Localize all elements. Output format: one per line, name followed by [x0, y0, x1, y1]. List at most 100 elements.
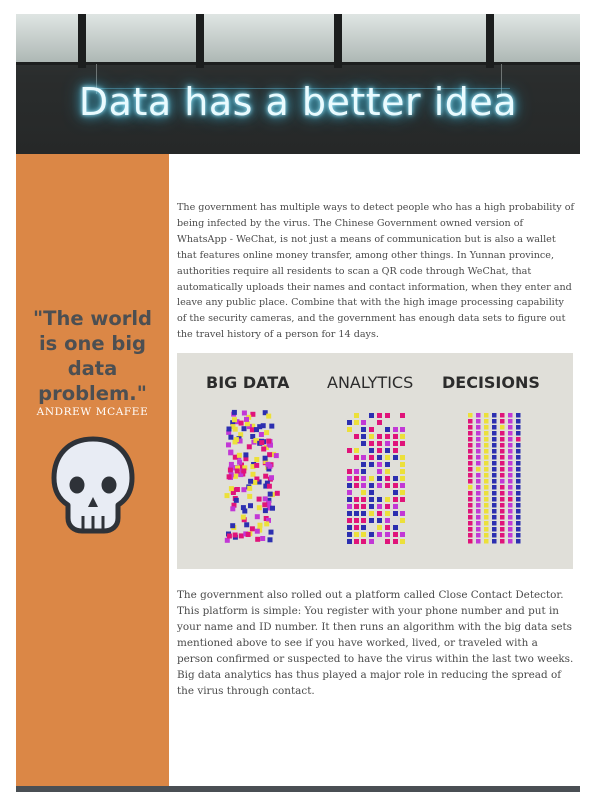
figure-square	[400, 427, 405, 432]
figure-square	[377, 434, 382, 439]
figure-square	[369, 511, 374, 516]
figure-square	[476, 479, 481, 484]
figure-square	[347, 497, 352, 502]
figure-square	[385, 476, 390, 481]
figure-square	[500, 461, 505, 466]
figure-square	[241, 487, 247, 493]
figure-square	[468, 521, 473, 526]
figure-square	[354, 448, 359, 453]
figure-square	[377, 420, 382, 425]
figure-square	[516, 425, 521, 430]
figure-square	[516, 461, 521, 466]
figure-square	[393, 504, 398, 509]
figure-square	[400, 469, 405, 474]
figure-square	[369, 448, 374, 453]
figure-square	[347, 490, 352, 495]
figure-square	[354, 469, 359, 474]
figure-square	[508, 503, 513, 508]
figure-square	[361, 427, 366, 432]
figure-square	[245, 532, 251, 537]
hero-banner: Data has a better idea	[16, 14, 580, 154]
quote-author: ANDREW MCAFEE	[36, 406, 149, 418]
figure-square	[226, 474, 232, 480]
figure-square	[400, 441, 405, 446]
figure-square	[354, 455, 359, 460]
figure-square	[492, 539, 497, 544]
figure-square	[468, 503, 473, 508]
figure-square	[393, 476, 398, 481]
figure-square	[516, 473, 521, 478]
figure-square	[508, 455, 513, 460]
figure-square	[492, 479, 497, 484]
figure-square	[508, 467, 513, 472]
figure-square	[484, 461, 489, 466]
figure-square	[516, 437, 521, 442]
figure-square	[377, 448, 382, 453]
figure-square	[500, 521, 505, 526]
figure-square	[361, 504, 366, 509]
figure-square	[468, 515, 473, 520]
figure-square	[500, 455, 505, 460]
figure-square	[256, 505, 262, 511]
figure-square	[369, 532, 374, 537]
figure-square	[264, 430, 270, 436]
figure-square	[476, 485, 481, 490]
figure-square	[233, 437, 239, 443]
figure-square	[254, 457, 260, 462]
figure-square	[492, 491, 497, 496]
footer-bar	[16, 786, 580, 792]
figure-square	[516, 533, 521, 538]
figure-square	[508, 521, 513, 526]
figure-square	[361, 511, 366, 516]
figure-square	[228, 486, 234, 492]
figure-square	[492, 533, 497, 538]
figure-square	[369, 490, 374, 495]
figure-square	[369, 497, 374, 502]
figure-square	[492, 467, 497, 472]
figure-square	[347, 427, 352, 432]
figure-square	[244, 421, 250, 427]
figure-square	[484, 449, 489, 454]
window-frame	[78, 14, 86, 68]
figure-square	[385, 497, 390, 502]
figure-square	[377, 469, 382, 474]
figure-square	[240, 514, 246, 520]
figure-square	[468, 539, 473, 544]
figure-square	[238, 420, 244, 426]
figure-square	[516, 431, 521, 436]
figure-square	[500, 443, 505, 448]
figure-square	[500, 473, 505, 478]
figure-square	[468, 443, 473, 448]
figure-square	[492, 497, 497, 502]
figure-square	[393, 497, 398, 502]
skull-icon	[51, 436, 135, 534]
figure-square	[508, 533, 513, 538]
figure-square	[484, 485, 489, 490]
figure-square	[468, 509, 473, 514]
figure-square	[393, 434, 398, 439]
figure-square	[234, 487, 240, 492]
figure-square	[228, 434, 234, 440]
figure-square	[476, 437, 481, 442]
figure-square	[377, 413, 382, 418]
figure-square	[264, 521, 270, 527]
figure-square	[369, 518, 374, 523]
figure-square	[476, 503, 481, 508]
figure-square	[508, 515, 513, 520]
figure-square	[400, 413, 405, 418]
figure-square	[484, 503, 489, 508]
figure-square	[516, 449, 521, 454]
figure-square	[262, 455, 268, 461]
figure-square	[500, 437, 505, 442]
figure-square	[500, 509, 505, 514]
figure-square	[347, 469, 352, 474]
figure-square	[354, 420, 359, 425]
figure-square	[508, 485, 513, 490]
figure-square	[243, 452, 249, 458]
figure-square	[468, 479, 473, 484]
figure-square	[500, 497, 505, 502]
figure-square	[516, 455, 521, 460]
figure-square	[377, 525, 382, 530]
figure-square	[476, 425, 481, 430]
figure-square	[492, 419, 497, 424]
